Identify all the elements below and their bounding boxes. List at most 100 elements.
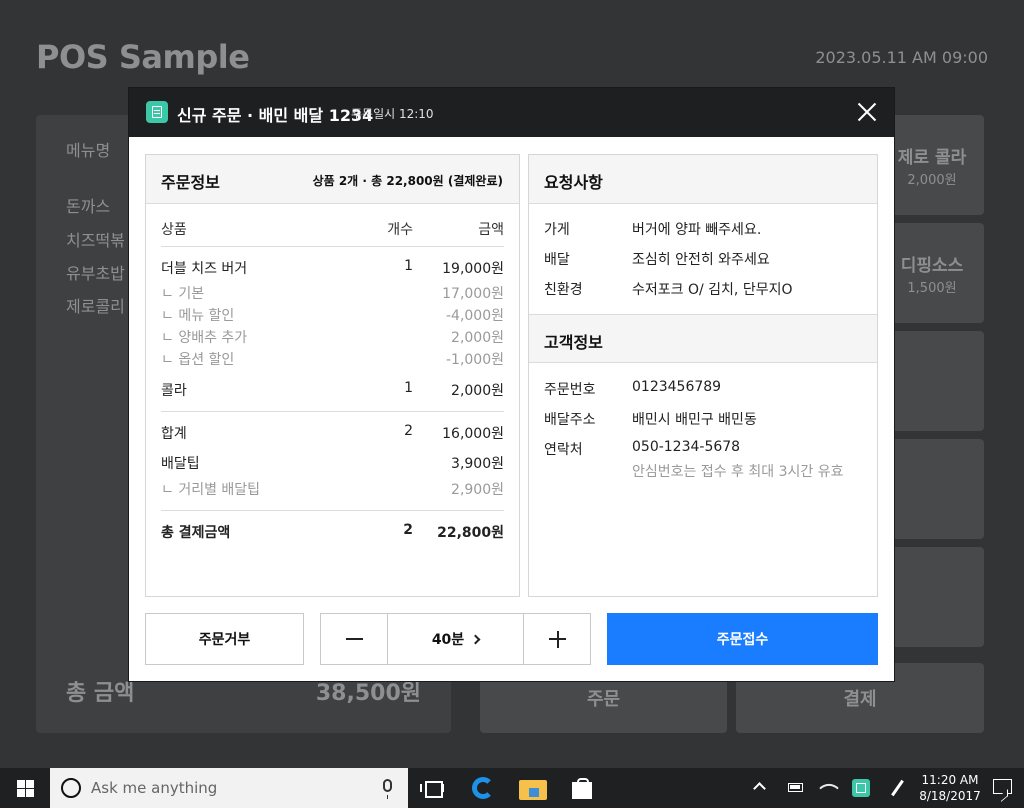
option-amount: 17,000원	[442, 286, 504, 302]
notification-icon[interactable]	[993, 779, 1012, 794]
order-summary: 상품 2개 · 총 22,800원 (결제완료)	[312, 174, 503, 188]
file-explorer-icon[interactable]	[519, 776, 547, 800]
table-row: ㄴ 양배추 추가 2,000원	[161, 327, 504, 349]
request-value: 수저포크 O/ 김치, 단무지O	[632, 282, 793, 298]
dialog-title: 신규 주문 · 배민 배달 1234	[177, 106, 374, 125]
tile-name: 제로 콜라	[897, 148, 967, 168]
item-qty: 1	[404, 258, 413, 274]
option-amount: -1,000원	[445, 352, 504, 368]
customer-key: 주문번호	[544, 382, 596, 398]
item-qty: 1	[404, 380, 413, 396]
safe-number-note: 안심번호는 접수 후 최대 3시간 유효	[632, 464, 844, 480]
delivery-tip-label: 배달팁	[161, 456, 200, 472]
system-clock[interactable]: 11:20 AM 8/18/2017	[916, 772, 984, 804]
column-qty: 개수	[387, 222, 413, 238]
divider	[161, 510, 504, 511]
store-icon[interactable]	[570, 776, 594, 800]
chevron-right-icon	[470, 634, 481, 645]
customer-value: 0123456789	[632, 379, 722, 395]
tile-name: 디핑소스	[900, 256, 964, 276]
new-order-dialog: 신규 주문 · 배민 배달 1234 주문일시 12:10 주문정보 상품 2개…	[129, 88, 894, 681]
menu-tile-empty[interactable]	[880, 547, 984, 647]
menu-tile-empty[interactable]	[880, 331, 984, 431]
customer-key: 연락처	[544, 442, 583, 458]
menu-tile-empty[interactable]	[880, 439, 984, 539]
table-row: ㄴ 옵션 할인 -1,000원	[161, 349, 504, 371]
order-item[interactable]: 유부초밥	[66, 260, 125, 284]
subtotal-amount: 16,000원	[442, 426, 504, 442]
column-item: 상품	[161, 222, 187, 238]
app-title: POS Sample	[36, 38, 250, 76]
battery-icon[interactable]	[788, 783, 803, 792]
subtotal-qty: 2	[404, 423, 413, 439]
tile-price: 2,000원	[907, 173, 957, 188]
eta-value: 40분	[431, 632, 465, 648]
item-name: 콜라	[161, 383, 187, 399]
item-name: 더블 치즈 버거	[161, 261, 248, 277]
request-value: 버거에 양파 빼주세요.	[632, 222, 762, 238]
order-time: 주문일시 12:10	[351, 107, 434, 121]
order-info-header: 주문정보 상품 2개 · 총 22,800원 (결제완료)	[146, 155, 519, 204]
order-item[interactable]: 치즈떡볶	[66, 227, 125, 251]
request-value: 조심히 안전히 와주세요	[632, 252, 770, 268]
divider	[161, 246, 504, 247]
table-row: 콜라 1 2,000원	[161, 380, 504, 402]
accept-order-button[interactable]: 주문접수	[607, 613, 878, 665]
windows-logo-icon	[17, 780, 34, 797]
total-label: 총 금액	[66, 681, 135, 706]
request-key: 가게	[544, 222, 570, 238]
option-name: ㄴ 옵션 할인	[161, 352, 235, 368]
customer-title: 고객정보	[544, 333, 603, 352]
grand-total-amount: 22,800원	[437, 525, 504, 541]
reject-order-button[interactable]: 주문거부	[145, 613, 304, 665]
table-header: 상품 개수 금액	[161, 219, 504, 241]
grand-total-qty: 2	[403, 522, 413, 538]
menu-tile-zero-cola[interactable]: 제로 콜라 2,000원	[880, 115, 984, 215]
menu-tile-dipping-sauce[interactable]: 디핑소스 1,500원	[880, 223, 984, 323]
details-panel: 요청사항 가게 버거에 양파 빼주세요. 배달 조심히 안전히 와주세요 친환경…	[528, 154, 878, 597]
order-sheet-icon	[146, 101, 168, 123]
option-name: ㄴ 메뉴 할인	[161, 308, 235, 324]
clock-time: 11:20 AM	[921, 773, 979, 787]
subtotal-row: 합계 2 16,000원	[161, 423, 504, 445]
order-item[interactable]: 제로콜리	[66, 293, 125, 317]
pen-icon[interactable]	[888, 779, 906, 797]
chevron-up-icon[interactable]	[753, 782, 766, 795]
taskbar-search[interactable]: Ask me anything	[50, 768, 408, 808]
microphone-icon[interactable]	[383, 779, 392, 799]
task-view-icon[interactable]	[422, 776, 446, 800]
distance-tip-amount: 2,900원	[451, 482, 504, 498]
grand-total-label: 총 결제금액	[161, 525, 231, 541]
subtotal-label: 합계	[161, 426, 187, 442]
order-info-title: 주문정보	[161, 173, 220, 192]
option-name: ㄴ 양배추 추가	[161, 330, 248, 346]
option-amount: -4,000원	[445, 308, 504, 324]
distance-tip-row: ㄴ 거리별 배달팁 2,900원	[161, 479, 504, 501]
close-icon[interactable]	[857, 102, 877, 122]
request-key: 친환경	[544, 282, 583, 298]
increase-time-button[interactable]	[523, 614, 590, 664]
cortana-icon	[61, 778, 81, 798]
distance-tip-label: ㄴ 거리별 배달팁	[161, 482, 261, 498]
request-key: 배달	[544, 252, 570, 268]
item-amount: 2,000원	[451, 383, 504, 399]
dialog-header: 신규 주문 · 배민 배달 1234 주문일시 12:10	[129, 88, 894, 137]
wifi-icon[interactable]	[819, 778, 839, 798]
taskbar: Ask me anything 11:20 AM 8/18/2017	[0, 768, 1024, 808]
menu-header: 메뉴명	[66, 141, 111, 160]
grand-total-row: 총 결제금액 2 22,800원	[161, 522, 504, 544]
order-app-tray-icon[interactable]	[852, 779, 870, 797]
order-item[interactable]: 돈까스	[66, 193, 110, 217]
decrease-time-button[interactable]	[321, 614, 388, 664]
start-button[interactable]	[0, 768, 50, 808]
order-info-panel: 주문정보 상품 2개 · 총 22,800원 (결제완료) 상품 개수 금액 더…	[145, 154, 520, 597]
edge-browser-icon[interactable]	[470, 776, 494, 800]
requests-title: 요청사항	[544, 173, 603, 192]
customer-value: 배민시 배민구 배민동	[632, 412, 757, 428]
customer-value: 050-1234-5678	[632, 439, 741, 455]
table-row: ㄴ 기본 17,000원	[161, 283, 504, 305]
column-amount: 금액	[478, 222, 504, 238]
eta-select[interactable]: 40분	[388, 614, 523, 664]
divider	[161, 411, 504, 412]
eta-stepper: 40분	[320, 613, 591, 665]
